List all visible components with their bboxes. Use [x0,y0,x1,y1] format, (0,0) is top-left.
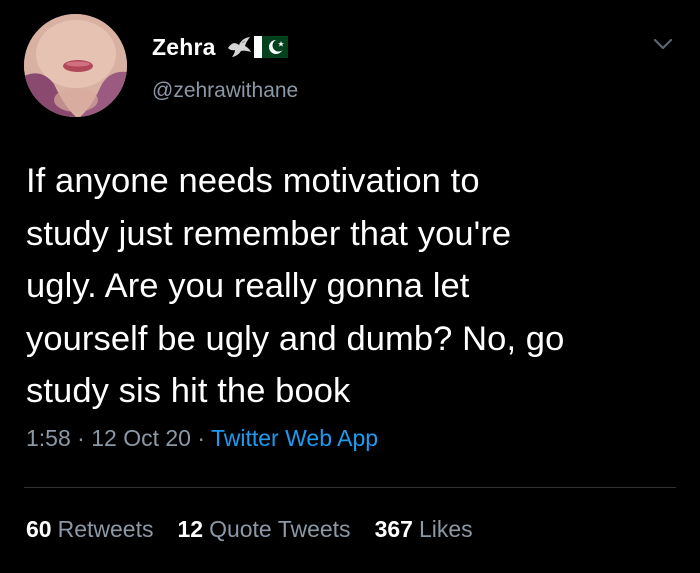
dove-icon [226,36,252,58]
meta-separator: · [70,425,92,451]
meta-separator: · [190,425,211,451]
user-name-row: Zehra [152,32,288,62]
retweets-label: Retweets [57,516,154,542]
user-handle[interactable]: @zehrawithane [152,79,298,103]
likes-stat[interactable]: 367 Likes [375,516,473,543]
chevron-down-icon[interactable] [652,36,674,52]
pakistan-flag-icon [253,36,288,58]
tweet-date[interactable]: 12 Oct 20 [91,425,191,451]
quote-tweets-stat[interactable]: 12 Quote Tweets [177,516,350,543]
avatar-image [24,14,127,117]
tweet-text: If anyone needs motivation to study just… [26,162,565,410]
tweet-stats: 60 Retweets 12 Quote Tweets 367 Likes [26,516,473,543]
tweet-source-link[interactable]: Twitter Web App [211,425,378,451]
avatar[interactable] [24,14,127,117]
likes-label: Likes [418,516,473,542]
tweet-metadata: 1:58 · 12 Oct 20 · Twitter Web App [26,425,378,452]
quote-tweets-label: Quote Tweets [209,516,351,542]
divider [24,487,676,488]
likes-count: 367 [374,516,413,542]
retweets-stat[interactable]: 60 Retweets [26,516,153,543]
display-name[interactable]: Zehra [152,34,216,61]
quote-tweets-count: 12 [177,516,204,542]
retweets-count: 60 [26,516,52,542]
tweet-time[interactable]: 1:58 [26,425,71,451]
